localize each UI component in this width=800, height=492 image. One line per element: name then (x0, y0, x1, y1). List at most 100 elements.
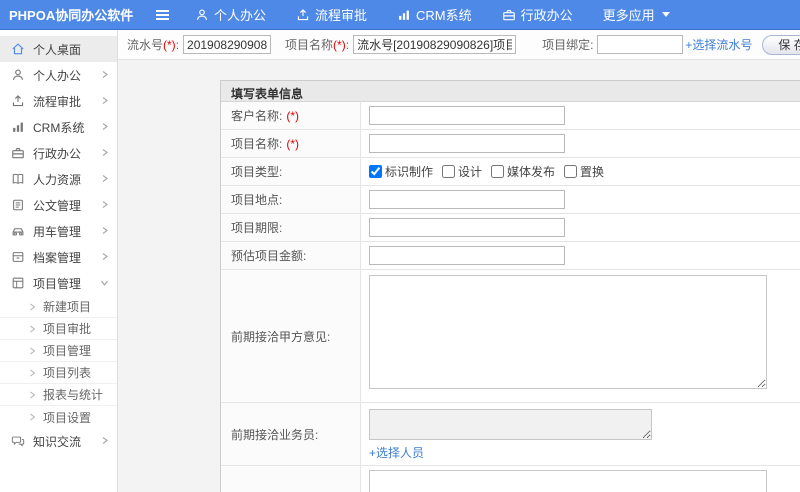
serial-input[interactable] (183, 35, 272, 54)
nav-personal-office[interactable]: 个人办公 (195, 5, 266, 24)
chat-icon (11, 434, 25, 448)
submenu-item-new-project[interactable]: 新建项目 (0, 296, 117, 318)
required-mark: (*) (286, 136, 300, 151)
save-button[interactable]: 保 存 (762, 34, 800, 55)
required-mark: (*) (333, 38, 346, 52)
project-type-options: 标识制作 设计 媒体发布 置换 (369, 163, 613, 180)
chart-icon (397, 8, 411, 22)
chevron-right-icon (29, 388, 36, 402)
chevron-right-icon (101, 434, 109, 448)
sidebar-item-crm[interactable]: CRM系统 (0, 114, 117, 140)
sidebar-item-archives[interactable]: 档案管理 (0, 244, 117, 270)
submenu-label: 项目设置 (43, 410, 92, 425)
top-bar: PHPOA协同办公软件 个人办公 流程审批 CRM系统 行政办公 更多应用 (0, 0, 800, 30)
sidebar-item-workflow[interactable]: 流程审批 (0, 88, 117, 114)
chevron-right-icon (29, 300, 36, 314)
sidebar-item-desktop[interactable]: 个人桌面 (0, 36, 117, 62)
submenu-item-project-management[interactable]: 项目管理 (0, 340, 117, 362)
submenu-label: 项目审批 (43, 322, 92, 336)
project-binding-input[interactable] (597, 35, 684, 54)
field-label (221, 466, 361, 492)
nav-workflow-approval[interactable]: 流程审批 (296, 5, 367, 24)
main-area: 流水号(*): 项目名称(*): 项目绑定: +选择流水号 保 存 填写表单信息… (118, 30, 800, 492)
nav-more-apps[interactable]: 更多应用 (603, 5, 670, 24)
app-logo: PHPOA协同办公软件 (9, 8, 134, 23)
submenu-item-project-approval[interactable]: 项目审批 (0, 318, 117, 340)
sidebar-item-personal-office[interactable]: 个人办公 (0, 62, 117, 88)
nav-crm-system[interactable]: CRM系统 (397, 5, 472, 24)
form-row-project-location: 项目地点: (221, 186, 800, 214)
sidebar-item-label: 公文管理 (33, 198, 82, 213)
book-icon (11, 172, 25, 186)
project-location-input[interactable] (369, 190, 565, 209)
checkbox-label: 设计 (458, 165, 483, 179)
checkbox-media-release[interactable] (491, 165, 505, 178)
checkbox-replacement[interactable] (564, 165, 578, 178)
form-row-estimated-amount: 预估项目金额: (221, 242, 800, 270)
field-label: 项目名称: (*) (221, 130, 361, 157)
select-serial-link[interactable]: +选择流水号 (685, 36, 752, 53)
customer-name-input[interactable] (369, 106, 565, 125)
sidebar-item-label: 流程审批 (33, 94, 82, 109)
car-icon (11, 224, 25, 238)
checkbox-label: 标识制作 (385, 165, 434, 179)
menu-toggle-icon[interactable] (156, 9, 169, 20)
archive-icon (11, 250, 25, 264)
chevron-down-icon (100, 276, 109, 290)
flow-icon (296, 8, 310, 22)
home-icon (11, 42, 25, 56)
submenu-label: 报表与统计 (43, 388, 104, 402)
sidebar: 个人桌面 个人办公 流程审批 CRM系统 行政办公 人力资源 公文管理 用车管理… (0, 30, 118, 492)
project-submenu: 新建项目 项目审批 项目管理 项目列表 报表与统计 项目设置 (0, 296, 117, 428)
project-term-input[interactable] (369, 218, 565, 237)
field-label: 预估项目金额: (221, 242, 361, 269)
nav-label: 流程审批 (315, 8, 368, 23)
checkbox-sign-making[interactable] (369, 165, 382, 178)
caret-down-icon (661, 12, 670, 17)
sidebar-item-admin-office[interactable]: 行政办公 (0, 140, 117, 166)
chevron-right-icon (101, 94, 109, 108)
chevron-right-icon (101, 68, 109, 82)
chevron-right-icon (101, 250, 109, 264)
submenu-item-reports-stats[interactable]: 报表与统计 (0, 384, 117, 406)
project-binding-label: 项目绑定: (542, 38, 594, 52)
form-panel: 填写表单信息 客户名称:(*) 项目名称:(*) 项目类型: 标识制作 设计 (220, 80, 800, 492)
client-opinion-textarea[interactable] (369, 275, 767, 389)
required-mark: (*) (286, 108, 300, 123)
nav-label: CRM系统 (416, 8, 472, 23)
field-label: 项目期限: (221, 214, 361, 241)
serial-label: 流水号(*): (127, 38, 180, 52)
chevron-right-icon (101, 198, 109, 212)
extra-textarea[interactable] (369, 470, 767, 492)
submenu-label: 项目管理 (43, 344, 92, 358)
form-row-customer-name: 客户名称: (*) (221, 102, 800, 130)
project-name-field-input[interactable] (369, 134, 565, 153)
salesperson-textarea[interactable] (369, 409, 652, 440)
sidebar-item-label: 个人办公 (33, 68, 82, 83)
sidebar-item-documents[interactable]: 公文管理 (0, 192, 117, 218)
checkbox-design[interactable] (442, 165, 456, 178)
chevron-right-icon (29, 366, 36, 380)
chevron-right-icon (101, 120, 109, 134)
sidebar-item-knowledge[interactable]: 知识交流 (0, 428, 117, 454)
nav-admin-office[interactable]: 行政办公 (502, 5, 573, 24)
briefcase-icon (11, 146, 25, 160)
select-person-link[interactable]: +选择人员 (369, 444, 424, 461)
sidebar-item-label: 档案管理 (33, 250, 82, 265)
sidebar-item-vehicles[interactable]: 用车管理 (0, 218, 117, 244)
estimated-amount-input[interactable] (369, 246, 565, 265)
form-row-salesperson: 前期接洽业务员: +选择人员 (221, 403, 800, 466)
submenu-label: 新建项目 (43, 300, 92, 314)
flow-icon (11, 94, 25, 108)
field-label: 项目类型: (221, 158, 361, 185)
sidebar-item-hr[interactable]: 人力资源 (0, 166, 117, 192)
sidebar-item-projects[interactable]: 项目管理 (0, 270, 117, 296)
nav-label: 行政办公 (520, 8, 573, 23)
sidebar-item-label: CRM系统 (33, 120, 85, 135)
chevron-right-icon (29, 322, 36, 336)
project-name-input[interactable] (353, 35, 517, 54)
field-label: 客户名称: (*) (221, 102, 361, 129)
submenu-item-project-list[interactable]: 项目列表 (0, 362, 117, 384)
submenu-item-project-settings[interactable]: 项目设置 (0, 406, 117, 428)
field-label: 前期接洽甲方意见: (221, 270, 361, 402)
